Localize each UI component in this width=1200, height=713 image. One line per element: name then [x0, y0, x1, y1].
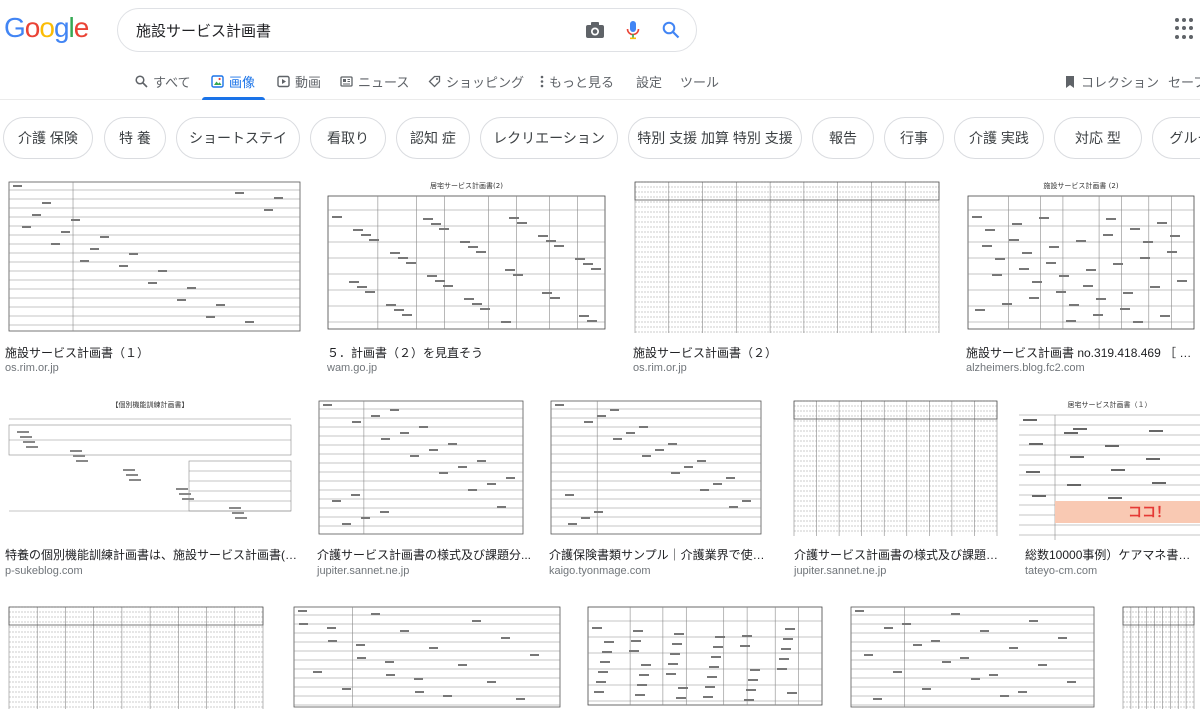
safesearch-link[interactable]: セーフ	[1168, 72, 1200, 91]
safesearch-label: セーフ	[1168, 75, 1200, 90]
result-title[interactable]: 施設サービス計画書（１）	[5, 344, 305, 361]
tab-all-label: すべて	[153, 75, 191, 90]
thumbnail-doc-title: 居宅サービス計画書（１）	[1068, 400, 1152, 409]
result-thumbnail[interactable]: 【個別機能訓練計画書】	[3, 393, 297, 540]
result-thumbnail[interactable]	[313, 393, 529, 540]
result-thumbnail[interactable]	[3, 174, 306, 337]
result-source[interactable]: alzheimers.blog.fc2.com	[966, 362, 1085, 374]
result-source[interactable]: wam.go.jp	[327, 362, 377, 374]
chip[interactable]: 行事	[884, 117, 944, 159]
chip[interactable]: レクリエーション	[480, 117, 618, 159]
search-icon	[135, 75, 148, 88]
chip[interactable]: 認知 症	[396, 117, 470, 159]
chip[interactable]: 介護 実践	[954, 117, 1044, 159]
result-thumbnail[interactable]	[582, 599, 828, 713]
result-source[interactable]: os.rim.or.jp	[633, 362, 687, 374]
tab-images[interactable]: 画像	[211, 72, 255, 91]
search-tabs: すべて 画像 動画 ニュース ショッピング もっと見る 設定 ツール コレクショ…	[0, 60, 1200, 100]
camera-icon[interactable]	[576, 11, 614, 49]
result-thumbnail[interactable]: 居宅サービス計画書（１） ココ！	[1019, 393, 1200, 540]
result-title[interactable]: 施設サービス計画書（２）	[633, 344, 933, 361]
tab-videos[interactable]: 動画	[277, 72, 321, 91]
news-icon	[340, 76, 353, 87]
koko-annotation: ココ！	[1128, 505, 1170, 521]
chip[interactable]: 特別 支援 加算 特別 支援	[628, 117, 802, 159]
tab-settings[interactable]: 設定	[636, 72, 662, 91]
logo-letter-o1: o	[24, 12, 41, 43]
google-image-results-page: Google 施設サービス計画書 すべて 画像 動画 ニュース ショッピング も…	[0, 0, 1200, 713]
result-source[interactable]: p-sukeblog.com	[5, 565, 83, 577]
result-title[interactable]: 施設サービス計画書 no.319.418.469 ［ アルツハイ	[966, 344, 1200, 361]
tab-tools[interactable]: ツール	[680, 72, 719, 91]
tab-all[interactable]: すべて	[135, 72, 191, 91]
result-thumbnail[interactable]	[629, 174, 945, 337]
tab-shopping-label: ショッピング	[446, 75, 525, 90]
tab-videos-label: 動画	[295, 75, 322, 90]
result-title[interactable]: 介護サービス計画書の様式及び課題分...	[317, 546, 532, 563]
bookmark-icon	[1066, 75, 1074, 88]
result-title[interactable]: 総数10000事例）ケアマネ書類 記入	[1025, 546, 1200, 563]
tab-news-label: ニュース	[358, 75, 410, 90]
result-thumbnail[interactable]	[545, 393, 767, 540]
video-icon	[277, 75, 290, 88]
search-input[interactable]: 施設サービス計画書	[136, 20, 576, 41]
image-icon	[211, 75, 224, 88]
active-tab-indicator	[202, 97, 265, 100]
result-source[interactable]: tateyo-cm.com	[1025, 565, 1097, 577]
logo-letter-g: G	[4, 12, 26, 43]
logo-letter-g2: g	[53, 12, 70, 43]
chip[interactable]: グループ	[1152, 117, 1200, 159]
search-box[interactable]: 施設サービス計画書	[117, 8, 697, 52]
apps-grid-icon[interactable]	[1175, 18, 1197, 40]
result-title[interactable]: 介護保険書類サンプル｜介護業界で使用す...	[549, 546, 769, 563]
result-source[interactable]: jupiter.sannet.ne.jp	[317, 565, 409, 577]
result-source[interactable]: kaigo.tyonmage.com	[549, 565, 651, 577]
logo-letter-o2: o	[39, 12, 55, 43]
result-thumbnail[interactable]	[288, 599, 566, 713]
chip[interactable]: 対応 型	[1054, 117, 1142, 159]
search-icon[interactable]	[652, 11, 690, 49]
result-source[interactable]: jupiter.sannet.ne.jp	[794, 565, 886, 577]
tab-images-label: 画像	[229, 75, 256, 90]
chip[interactable]: 介護 保険	[3, 117, 93, 159]
result-title[interactable]: 介護サービス計画書の様式及び課題分...	[794, 546, 1004, 563]
collections-label: コレクション	[1081, 75, 1160, 90]
google-logo[interactable]: Google	[4, 12, 90, 44]
result-thumbnail[interactable]	[845, 599, 1100, 713]
mic-icon[interactable]	[614, 11, 652, 49]
related-search-chips: 介護 保険 特 養 ショートステイ 看取り 認知 症 レクリエーション 特別 支…	[0, 113, 1200, 163]
thumbnail-doc-title: 施設サービス計画書 (2)	[1043, 181, 1118, 190]
result-source[interactable]: os.rim.or.jp	[5, 362, 59, 374]
tab-tools-label: ツール	[680, 75, 720, 90]
chip[interactable]: 特 養	[104, 117, 166, 159]
result-thumbnail[interactable]	[1117, 599, 1200, 713]
thumbnail-doc-title: 【個別機能訓練計画書】	[112, 400, 189, 409]
thumbnail-doc-title: 居宅サービス計画書(2)	[430, 181, 503, 190]
result-title[interactable]: 特養の個別機能訓練計画書は、施設サービス計画書(ケ...	[5, 546, 301, 563]
tab-shopping[interactable]: ショッピング	[428, 72, 524, 91]
chip[interactable]: 報告	[812, 117, 874, 159]
tab-more[interactable]: もっと見る	[540, 72, 614, 91]
tab-settings-label: 設定	[636, 75, 663, 90]
tab-more-label: もっと見る	[549, 75, 615, 90]
tag-icon	[428, 75, 441, 88]
logo-letter-e: e	[73, 12, 90, 43]
result-thumbnail[interactable]	[3, 599, 269, 713]
more-vert-icon	[540, 75, 544, 88]
result-thumbnail[interactable]: 施設サービス計画書 (2)	[962, 174, 1200, 337]
result-thumbnail[interactable]: 居宅サービス計画書(2)	[322, 174, 611, 337]
chip[interactable]: ショートステイ	[176, 117, 300, 159]
chip[interactable]: 看取り	[310, 117, 386, 159]
result-title[interactable]: ５．計画書（２）を見直そう	[327, 344, 617, 361]
collections-link[interactable]: コレクション	[1064, 72, 1159, 91]
result-thumbnail[interactable]	[788, 393, 1003, 540]
tab-news[interactable]: ニュース	[340, 72, 409, 91]
